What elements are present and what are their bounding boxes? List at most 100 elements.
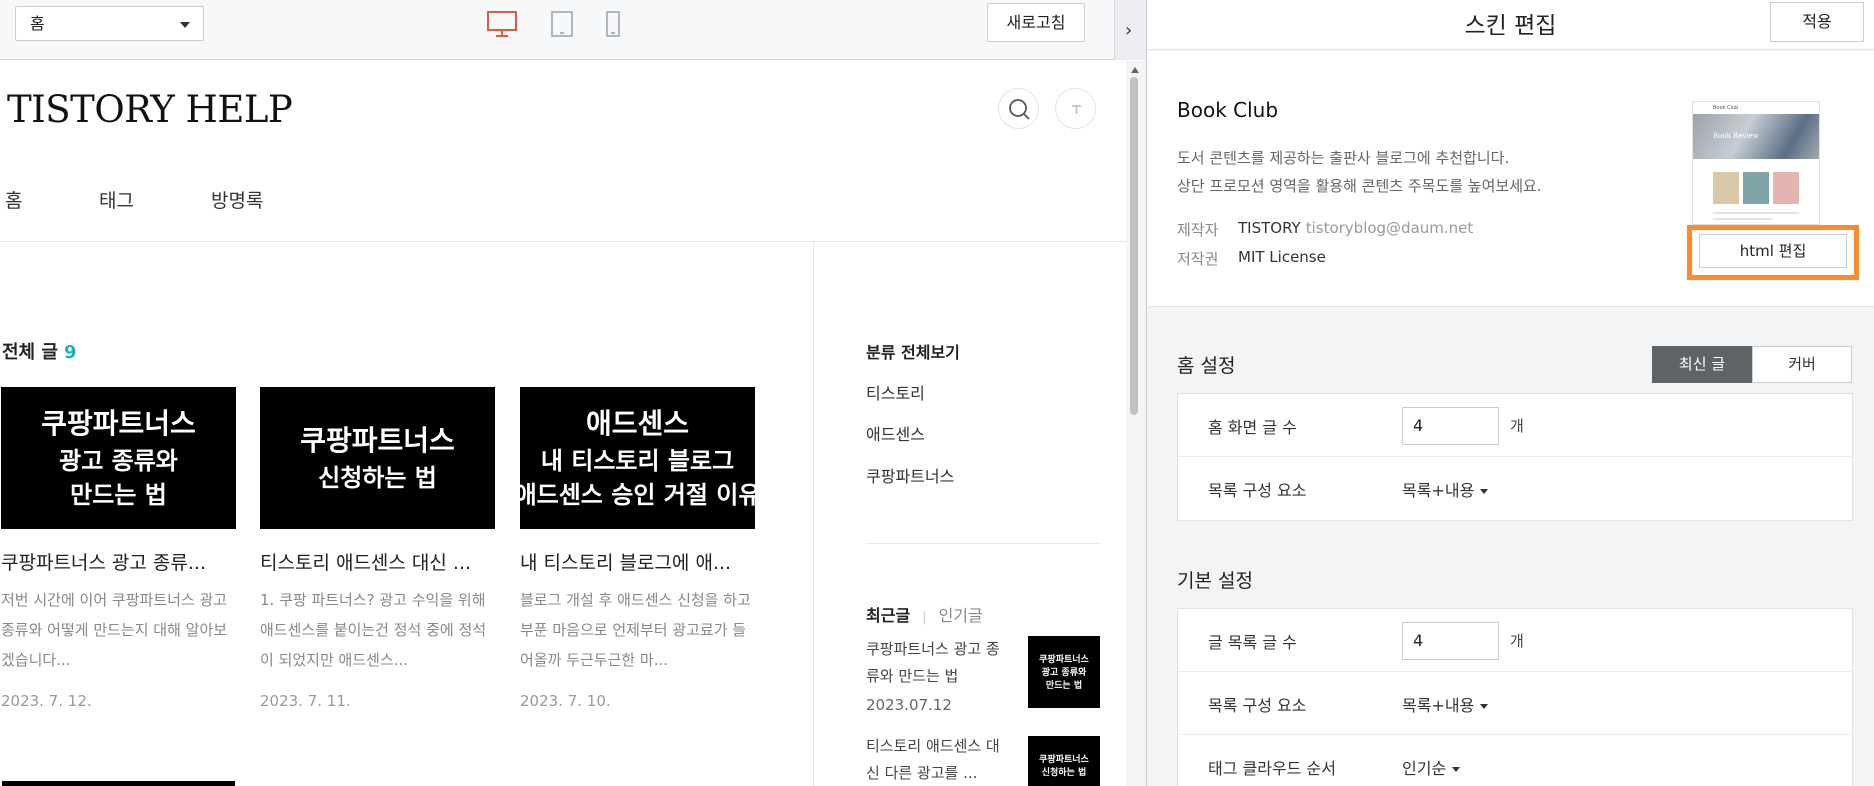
post-thumbnail[interactable]: 쿠팡파트너스 광고 종류와 만드는 법 — [1, 387, 236, 529]
scrollbar-thumb[interactable] — [1130, 77, 1138, 415]
all-posts-label: 전체 글 — [2, 342, 58, 363]
thumb-line: 신청하는 법 — [1041, 768, 1087, 778]
skin-thumbnail: Book Club Book Review — [1692, 101, 1820, 225]
setting-row: 태그 클라우드 순서 인기순 — [1178, 735, 1852, 786]
panel-scrollbar[interactable] — [1861, 0, 1874, 786]
nav-guestbook[interactable]: 방명록 — [211, 186, 263, 213]
tab-popular[interactable]: 인기글 — [939, 606, 983, 625]
sidebar-tabs: 최근글 | 인기글 — [866, 602, 983, 626]
dropdown-value: 목록+내용 — [1402, 696, 1475, 715]
collapse-panel-button[interactable]: › — [1114, 0, 1146, 60]
recent-post-thumbnail[interactable]: 쿠팡파트너스 광고 종류와 만드는 법 — [1028, 636, 1100, 708]
home-settings-box: 홈 화면 글 수 4 개 목록 구성 요소 목록+내용 — [1177, 393, 1853, 521]
post-count: 9 — [63, 342, 77, 363]
list-component-dropdown[interactable]: 목록+내용 — [1402, 692, 1489, 716]
chevron-down-icon — [1452, 767, 1461, 772]
post-title[interactable]: 내 티스토리 블로그에 애... — [520, 548, 755, 575]
tab-recent[interactable]: 최근글 — [866, 606, 910, 625]
post-excerpt: 저번 시간에 이어 쿠팡파트너스 광고 종류와 어떻게 만드는지 대해 알아보겠… — [1, 591, 228, 669]
toggle-cover[interactable]: 커버 — [1752, 346, 1852, 383]
basic-settings-box: 글 목록 글 수 4 개 목록 구성 요소 목록+내용 태그 클라우드 순서 인… — [1177, 608, 1853, 786]
skin-info: Book Club 도서 콘텐츠를 제공하는 출판사 블로그에 추천합니다. 상… — [1147, 51, 1874, 307]
thumb-line: 신청하는 법 — [318, 464, 437, 492]
tab-separator: | — [922, 610, 927, 625]
post-title[interactable]: 티스토리 애드센스 대신 ... — [260, 548, 495, 575]
setting-label: 목록 구성 요소 — [1208, 696, 1307, 715]
page-select-value: 홈 — [30, 14, 45, 33]
preview-scrollbar[interactable] — [1126, 61, 1146, 786]
category-link[interactable]: 티스토리 — [866, 380, 925, 404]
post-date: 2023. 7. 10. — [520, 692, 611, 710]
setting-row: 목록 구성 요소 목록+내용 — [1178, 672, 1852, 735]
toggle-latest[interactable]: 최신 글 — [1652, 346, 1752, 383]
preview-toolbar: 홈 새로고침 › — [0, 0, 1146, 60]
author-email: tistoryblog@daum.net — [1305, 219, 1474, 237]
setting-row: 홈 화면 글 수 4 개 — [1178, 394, 1852, 457]
category-link[interactable]: 애드센스 — [866, 421, 925, 445]
divider — [813, 242, 814, 786]
license-label: 저작권 — [1177, 250, 1219, 268]
home-settings-title: 홈 설정 — [1177, 355, 1236, 377]
post-card[interactable]: 애드센스 내 티스토리 블로그 애드센스 승인 거절 이유 내 티스토리 블로그… — [520, 387, 755, 710]
list-component-dropdown[interactable]: 목록+내용 — [1402, 477, 1489, 501]
search-icon — [1009, 99, 1030, 120]
unit-label: 개 — [1510, 417, 1524, 435]
refresh-button[interactable]: 새로고침 — [987, 3, 1085, 42]
scroll-up-icon[interactable] — [1131, 67, 1139, 73]
skin-description: 상단 프로모션 영역을 활용해 콘텐츠 주목도를 높여보세요. — [1177, 177, 1542, 195]
tablet-icon[interactable] — [550, 10, 574, 38]
setting-label: 목록 구성 요소 — [1208, 481, 1307, 500]
setting-label: 태그 클라우드 순서 — [1208, 759, 1336, 778]
page-select[interactable]: 홈 — [15, 6, 204, 41]
apply-button[interactable]: 적용 — [1770, 2, 1864, 42]
home-post-count-input[interactable]: 4 — [1402, 407, 1499, 445]
recent-post-title[interactable]: 티스토리 애드센스 대신 다른 광고를 ... — [866, 733, 1006, 786]
post-title[interactable]: 쿠팡파트너스 광고 종류... — [1, 548, 236, 575]
post-card[interactable]: 쿠팡파트너스 신청하는 법 티스토리 애드센스 대신 ... 1. 쿠팡 파트너… — [260, 387, 495, 710]
divider — [0, 241, 1126, 242]
basic-settings-title: 기본 설정 — [1177, 570, 1253, 592]
thumb-line: 만드는 법 — [70, 481, 167, 509]
thumb-line: 애드센스 승인 거절 이유 — [520, 481, 755, 509]
profile-button[interactable] — [1055, 88, 1096, 129]
html-edit-button[interactable]: html 편집 — [1699, 234, 1847, 268]
post-thumbnail[interactable]: 쿠팡파트너스 신청하는 법 — [260, 387, 495, 529]
thumb-caption: Book Review — [1713, 132, 1759, 140]
panel-header: 스킨 편집 적용 — [1147, 0, 1874, 50]
dropdown-value: 인기순 — [1402, 759, 1447, 778]
recent-post-item[interactable]: 티스토리 애드센스 대신 다른 광고를 ... 쿠팡파트너스 신청하는 법 — [866, 733, 1106, 786]
tag-cloud-order-dropdown[interactable]: 인기순 — [1402, 755, 1461, 779]
post-thumbnail[interactable] — [2, 781, 235, 786]
all-posts-heading: 전체 글9 — [2, 338, 76, 364]
mobile-icon[interactable] — [604, 10, 622, 38]
post-card[interactable]: 쿠팡파트너스 광고 종류와 만드는 법 쿠팡파트너스 광고 종류... 저번 시… — [1, 387, 236, 710]
search-button[interactable] — [998, 88, 1039, 129]
thumb-line: 쿠팡파트너스 — [300, 424, 455, 457]
author-label: 제작자 — [1177, 221, 1219, 239]
tistory-logo-icon — [1072, 105, 1081, 114]
blog-title[interactable]: TISTORY HELP — [7, 88, 293, 131]
recent-post-title[interactable]: 쿠팡파트너스 광고 종류와 만드는 법 — [866, 636, 1006, 690]
nav-home[interactable]: 홈 — [5, 186, 22, 213]
recent-post-thumbnail[interactable]: 쿠팡파트너스 신청하는 법 — [1028, 736, 1100, 786]
post-thumbnail[interactable]: 애드센스 내 티스토리 블로그 애드센스 승인 거절 이유 — [520, 387, 755, 529]
skin-name: Book Club — [1177, 98, 1279, 122]
license-value: MIT License — [1238, 248, 1326, 266]
desktop-icon[interactable] — [486, 10, 518, 38]
nav-tag[interactable]: 태그 — [99, 186, 134, 213]
setting-row: 목록 구성 요소 목록+내용 — [1178, 457, 1852, 520]
thumb-line: 쿠팡파트너스 — [41, 407, 196, 440]
thumb-line: 쿠팡파트너스 — [1039, 755, 1089, 765]
home-mode-toggle: 최신 글 커버 — [1652, 346, 1853, 383]
chevron-down-icon — [1480, 704, 1489, 709]
skin-edit-panel: 스킨 편집 적용 Book Club 도서 콘텐츠를 제공하는 출판사 블로그에… — [1147, 0, 1874, 786]
category-link[interactable]: 쿠팡파트너스 — [866, 463, 954, 487]
list-post-count-input[interactable]: 4 — [1402, 622, 1499, 660]
author-value: TISTORY tistoryblog@daum.net — [1238, 219, 1473, 237]
category-all-link[interactable]: 분류 전체보기 — [866, 339, 960, 363]
post-date: 2023. 7. 11. — [260, 692, 351, 710]
setting-label: 홈 화면 글 수 — [1208, 418, 1297, 437]
preview-pane: 홈 새로고침 › TISTORY HELP 홈 태그 방명록 전체 글 9 쿠팡… — [0, 0, 1146, 786]
recent-post-item[interactable]: 쿠팡파트너스 광고 종류와 만드는 법 2023.07.12 쿠팡파트너스 광고… — [866, 636, 1106, 716]
thumb-line: 광고 종류와 — [59, 447, 178, 475]
